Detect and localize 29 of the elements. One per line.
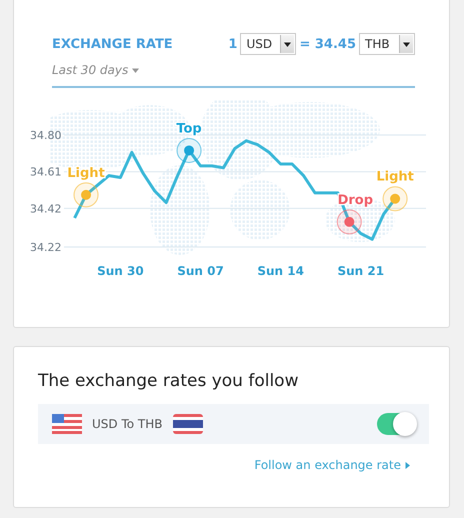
follow-toggle[interactable] (377, 413, 415, 435)
pair-label: USD To THB (92, 417, 162, 431)
currency-select[interactable]: THB (359, 33, 415, 55)
rate-text: = 34.45 (299, 36, 356, 52)
y-tick-label: 34.80 (30, 129, 62, 142)
annotation-label: Top (176, 121, 202, 136)
caret-icon (403, 40, 410, 48)
caret-icon (132, 66, 140, 74)
y-tick-label: 34.42 (30, 202, 62, 216)
annotation-label: Light (376, 170, 414, 185)
x-tick-label: Sun 21 (337, 264, 384, 278)
y-tick-label: 34.22 (30, 241, 62, 254)
annotation-marker (74, 182, 99, 208)
flag-icon (52, 414, 82, 434)
currency-select[interactable]: USD (240, 33, 296, 55)
annotation-marker (176, 138, 202, 163)
card-title: EXCHANGE RATE (52, 36, 173, 52)
flag-icon (172, 414, 202, 434)
y-tick-label: 34.61 (30, 166, 62, 179)
x-tick-label: Sun 30 (97, 264, 144, 278)
amount-text: 1 (228, 36, 238, 52)
annotation-marker (382, 186, 408, 212)
caret-icon (284, 40, 292, 48)
annotation-label: Light (67, 166, 105, 181)
annotation-marker (336, 209, 362, 234)
section-title: The exchange rates you follow (38, 371, 300, 391)
x-tick-label: Sun 14 (257, 264, 304, 278)
x-tick-label: Sun 07 (177, 264, 224, 278)
caret-icon (404, 462, 411, 468)
